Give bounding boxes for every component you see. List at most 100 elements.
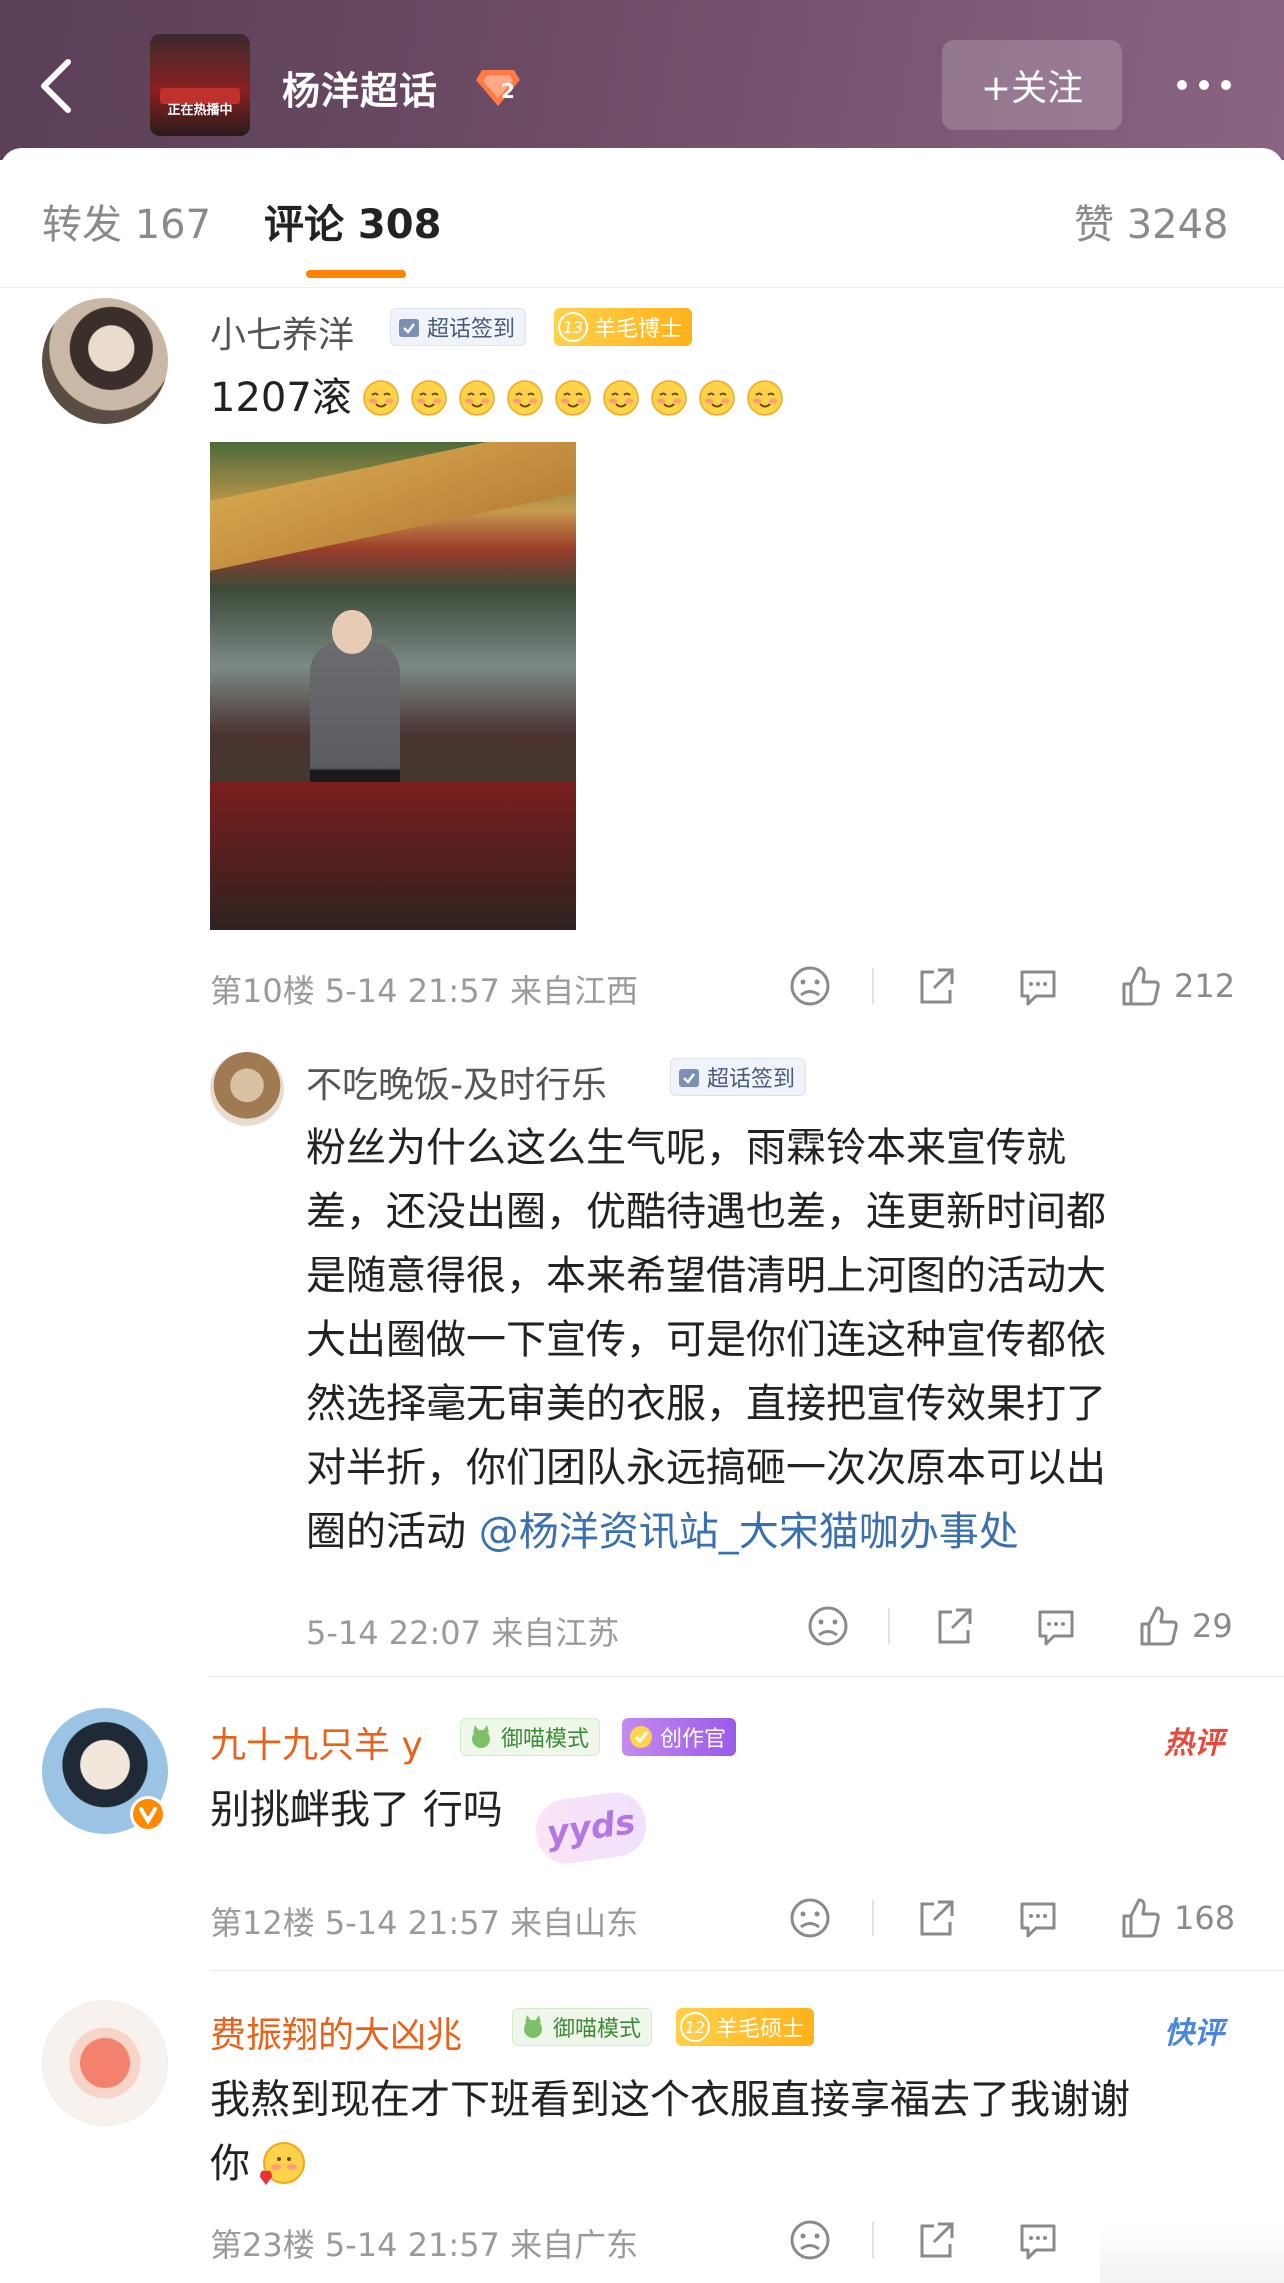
thumbs-up-icon xyxy=(1122,966,1160,1006)
tag-label: 超话签到 xyxy=(427,317,516,342)
comment-text: 我熬到现在才下班看到这个衣服直接享福去了我谢谢 你 xyxy=(210,2068,1250,2196)
comment-icon xyxy=(1020,2224,1056,2260)
shy-emoji-icon xyxy=(260,2142,305,2185)
smile-emoji-icon xyxy=(651,380,687,416)
back-icon[interactable] xyxy=(34,56,78,116)
like-count: 168 xyxy=(1174,1899,1236,1937)
tab-bar: 转发 167 评论 308 赞 3248 xyxy=(0,148,1284,288)
text-line: 粉丝为什么这么生气呢，雨霖铃本来宣传就 xyxy=(306,1125,1066,1171)
fast-comment-badge: 快评 xyxy=(1164,2016,1224,2051)
like-button[interactable]: 29 xyxy=(1136,1604,1233,1648)
text-line: 然选择毫无审美的衣服，直接把宣传效果打了 xyxy=(306,1381,1106,1427)
mention-link[interactable]: @杨洋资讯站_大宋猫咖办事处 xyxy=(479,1509,1019,1555)
avatar[interactable] xyxy=(210,1052,284,1126)
username[interactable]: 小七养洋 xyxy=(210,306,354,358)
thumbs-up-icon xyxy=(1122,1898,1160,1938)
smile-emoji-icon xyxy=(747,380,783,416)
checkin-tag: 超话签到 xyxy=(670,1058,807,1096)
verified-badge-icon xyxy=(130,1796,166,1832)
page-title[interactable]: 杨洋超话 xyxy=(282,60,438,115)
follow-button[interactable]: +关注 xyxy=(942,40,1122,130)
action-divider xyxy=(872,968,874,1004)
reply-button[interactable] xyxy=(1016,2218,1060,2262)
tag-level: 13 xyxy=(558,312,588,342)
comment-text: 别挑衅我了 行吗 xyxy=(210,1787,503,1833)
comment-icon xyxy=(1038,1610,1074,1646)
checkin-tag: 超话签到 xyxy=(390,308,527,346)
comment-meta: 5-14 22:07 来自江苏 xyxy=(306,1614,620,1652)
mode-tag: 御喵模式 xyxy=(512,2008,653,2046)
like-button[interactable]: 168 xyxy=(1118,1896,1235,1940)
action-divider xyxy=(872,2222,874,2258)
dislike-icon xyxy=(790,2220,830,2260)
avatar[interactable] xyxy=(42,298,168,424)
username[interactable]: 不吃晚饭-及时行乐 xyxy=(306,1056,607,1108)
level-badge-icon: 2 xyxy=(474,66,522,110)
action-divider xyxy=(872,1900,874,1936)
top-bar: 正在热播中 杨洋超话 2 +关注 xyxy=(0,0,1284,160)
reply-button[interactable] xyxy=(1034,1604,1078,1648)
smile-emoji-icon xyxy=(459,380,495,416)
comment-icon xyxy=(1020,1902,1056,1938)
dislike-icon xyxy=(790,966,830,1006)
text-line: 大出圈做一下宣传，可是你们连这种宣传都依 xyxy=(306,1317,1106,1363)
smile-emoji-icon xyxy=(603,380,639,416)
reply-button[interactable] xyxy=(1016,964,1060,1008)
text-line: 你 xyxy=(210,2132,1250,2196)
text-line: 我熬到现在才下班看到这个衣服直接享福去了我谢谢 xyxy=(210,2077,1130,2123)
share-icon xyxy=(938,1608,972,1644)
share-button[interactable] xyxy=(932,1604,976,1648)
mode-tag: 御喵模式 xyxy=(460,1718,601,1756)
share-button[interactable] xyxy=(914,2218,958,2262)
username[interactable]: 费振翔的大凶兆 xyxy=(210,2006,462,2058)
tab-comments[interactable]: 评论 308 xyxy=(264,192,441,250)
text-fragment: 圈的活动 xyxy=(306,1509,479,1555)
tag-label: 御喵模式 xyxy=(553,2017,642,2042)
level-number: 2 xyxy=(501,79,515,103)
person-head xyxy=(332,610,372,654)
share-icon xyxy=(920,968,954,1004)
comment-meta: 第23楼 5-14 21:57 来自广东 xyxy=(210,2226,639,2264)
text-fragment: 你 xyxy=(210,2141,250,2187)
dislike-button[interactable] xyxy=(788,2218,832,2262)
supertopic-cover-image[interactable]: 正在热播中 xyxy=(150,34,250,136)
divider xyxy=(210,1970,1284,1971)
emoji-row xyxy=(362,379,784,417)
creator-tag: 创作官 xyxy=(622,1718,737,1756)
bottom-fade xyxy=(1100,2226,1284,2283)
dislike-icon xyxy=(808,1606,848,1646)
comment-text: 1207滚 xyxy=(210,366,784,430)
comment-meta: 第10楼 5-14 21:57 来自江西 xyxy=(210,972,639,1010)
tag-label: 创作官 xyxy=(660,1727,727,1752)
cat-icon xyxy=(524,2015,542,2038)
yyds-sticker: yyds xyxy=(532,1788,650,1868)
tab-reposts[interactable]: 转发 167 xyxy=(42,192,211,250)
action-divider xyxy=(888,1608,890,1644)
comment-meta: 第12楼 5-14 21:57 来自山东 xyxy=(210,1904,639,1942)
dislike-button[interactable] xyxy=(788,1896,832,1940)
share-button[interactable] xyxy=(914,964,958,1008)
tab-likes[interactable]: 赞 3248 xyxy=(1074,192,1229,250)
comment-photo[interactable] xyxy=(210,442,576,930)
dislike-icon xyxy=(790,1898,830,1938)
dislike-button[interactable] xyxy=(806,1604,850,1648)
dislike-button[interactable] xyxy=(788,964,832,1008)
tag-label: 御喵模式 xyxy=(501,1727,590,1752)
tag-label: 羊毛硕士 xyxy=(716,2017,805,2042)
comment-icon xyxy=(1020,970,1056,1006)
reply-button[interactable] xyxy=(1016,1896,1060,1940)
smile-emoji-icon xyxy=(555,380,591,416)
share-button[interactable] xyxy=(914,1896,958,1940)
smile-emoji-icon xyxy=(363,380,399,416)
cover-caption: 正在热播中 xyxy=(167,103,233,118)
like-button[interactable]: 212 xyxy=(1118,964,1235,1008)
share-icon xyxy=(920,2222,954,2258)
username[interactable]: 九十九只羊 y xyxy=(210,1716,423,1768)
comment-body: 1207滚 xyxy=(210,375,352,421)
more-icon[interactable] xyxy=(1172,70,1242,100)
active-tab-indicator xyxy=(306,270,406,278)
cat-icon xyxy=(472,1725,490,1748)
avatar[interactable] xyxy=(42,2000,168,2126)
smile-emoji-icon xyxy=(699,380,735,416)
creator-icon xyxy=(630,1726,652,1748)
